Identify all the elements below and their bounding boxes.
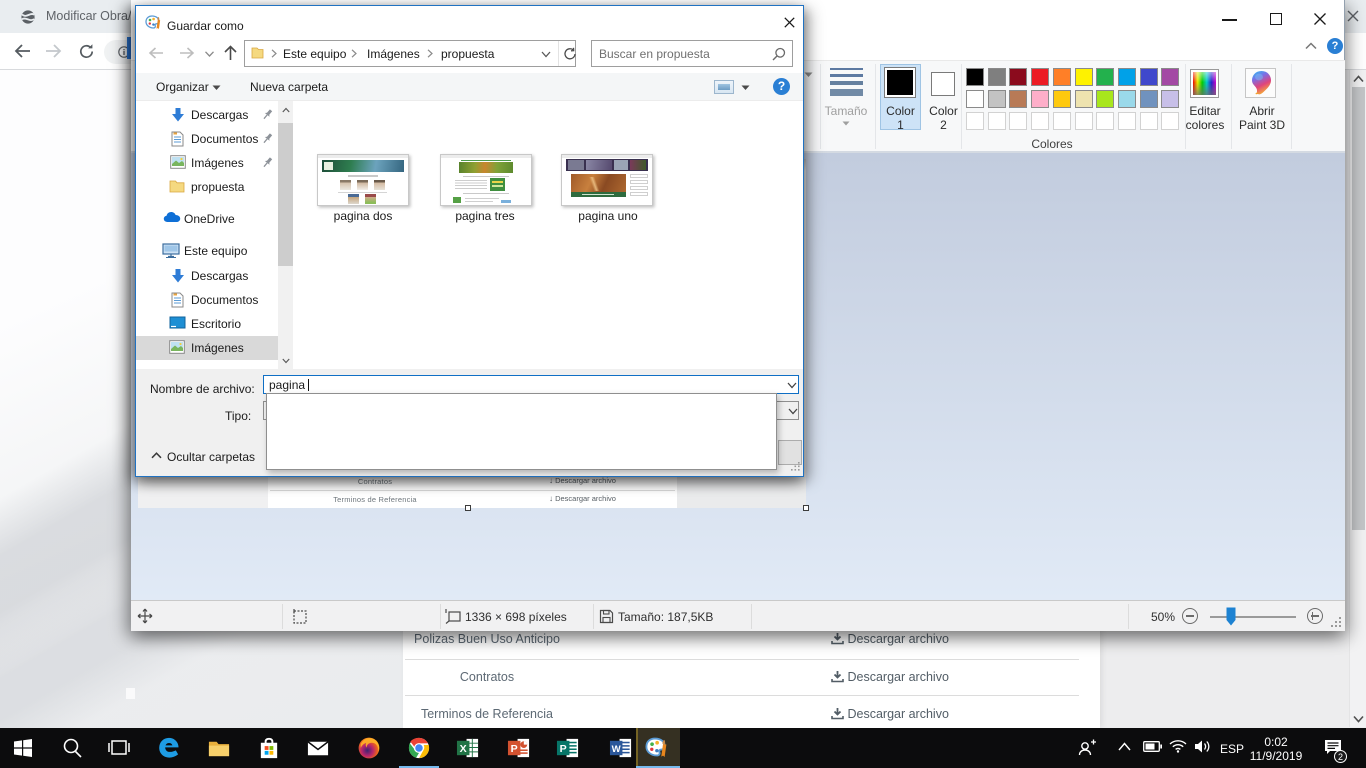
svg-text:P: P: [560, 743, 567, 755]
svg-text:X: X: [460, 743, 467, 755]
svg-text:W: W: [612, 744, 622, 755]
svg-text:P: P: [511, 743, 518, 755]
